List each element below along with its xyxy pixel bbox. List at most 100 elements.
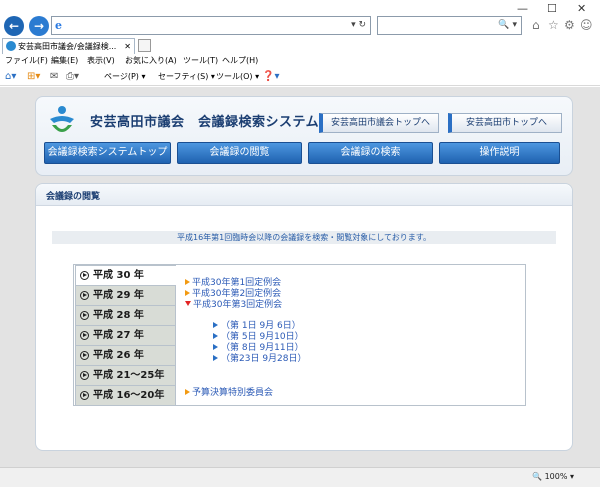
refresh-icon[interactable]: ▾ ↻	[351, 20, 366, 30]
page-body: 安芸高田市議会 会議録検索システム 安芸高田市議会トップへ 安芸高田市トップへ …	[0, 87, 600, 467]
menu-tools[interactable]: ツール(T)	[183, 55, 218, 66]
browser-toolbar: — ☐ ✕ ← → e ▾ ↻ 🔍 ▾ ⌂ ☆ ⚙ ☺	[0, 0, 600, 38]
triangle-right-icon	[213, 333, 218, 339]
city-top-button[interactable]: 安芸高田市トップへ	[448, 113, 562, 133]
session-label: 平成30年第3回定例会	[193, 300, 283, 310]
content-panel: 会議録の閲覧 平成16年第1回臨時会以降の会議録を検索・閲覧対象にしております。…	[35, 183, 573, 451]
triangle-right-icon	[213, 344, 218, 350]
menu-view[interactable]: 表示(V)	[87, 55, 115, 66]
minimize-button[interactable]: —	[517, 2, 528, 15]
session-link-expanded[interactable]: 平成30年第3回定例会	[185, 300, 282, 311]
day-label: （第 5日 9月10日）	[221, 332, 304, 342]
play-circle-icon	[80, 291, 89, 300]
ie-icon: e	[55, 19, 62, 32]
committee-label: 予算決算特別委員会	[192, 388, 274, 398]
session-link[interactable]: 平成30年第1回定例会	[185, 278, 281, 289]
era-label: 平成 26 年	[93, 350, 144, 361]
nav-system-top[interactable]: 会議録検索システムトップ	[44, 142, 171, 164]
address-bar[interactable]: e ▾ ↻	[51, 16, 371, 35]
era-label: 平成 29 年	[93, 290, 144, 301]
zoom-icon: 🔍	[532, 472, 545, 481]
tab-title: 安芸高田市議会/会議録検...	[18, 42, 117, 51]
search-icon[interactable]: 🔍 ▾	[498, 20, 517, 30]
play-circle-icon	[80, 371, 89, 380]
triangle-down-icon	[185, 301, 191, 306]
new-tab-button[interactable]	[138, 39, 151, 52]
play-circle-icon	[80, 351, 89, 360]
day-link[interactable]: （第23日 9月28日）	[213, 354, 307, 365]
triangle-right-icon	[185, 290, 190, 296]
day-label: （第 8日 9月11日）	[221, 343, 304, 353]
content-header: 会議録の閲覧	[36, 184, 572, 206]
page-menu[interactable]: ページ(P) ▾	[104, 71, 145, 82]
triangle-right-icon	[185, 279, 190, 285]
era-label: 平成 30 年	[93, 270, 144, 281]
triangle-right-icon	[213, 322, 218, 328]
era-tab-h21-25[interactable]: 平成 21～25年	[75, 365, 176, 386]
record-browser: 平成 30 年 平成 29 年 平成 28 年 平成 27 年 平成 26 年 …	[73, 264, 526, 406]
nav-browse[interactable]: 会議録の閲覧	[177, 142, 302, 164]
menu-bar: ファイル(F) 編集(E) 表示(V) お気に入り(A) ツール(T) ヘルプ(…	[0, 54, 600, 68]
session-link[interactable]: 平成30年第2回定例会	[185, 289, 281, 300]
triangle-right-icon	[213, 355, 218, 361]
play-circle-icon	[80, 331, 89, 340]
era-label: 平成 28 年	[93, 310, 144, 321]
search-input[interactable]: 🔍 ▾	[377, 16, 522, 35]
era-tab-h29[interactable]: 平成 29 年	[75, 285, 176, 306]
day-label: （第23日 9月28日）	[221, 354, 307, 364]
zoom-level[interactable]: 🔍 100% ▾	[532, 472, 574, 481]
notice-text: 平成16年第1回臨時会以降の会議録を検索・閲覧対象にしております。	[52, 231, 556, 244]
site-header: 安芸高田市議会 会議録検索システム 安芸高田市議会トップへ 安芸高田市トップへ …	[35, 96, 573, 176]
arrow-left-icon: ←	[8, 19, 20, 33]
arrow-right-icon: →	[33, 19, 45, 33]
day-link[interactable]: （第 1日 9月 6日）	[213, 321, 301, 332]
mail-icon[interactable]: ✉	[50, 71, 58, 82]
era-tab-h28[interactable]: 平成 28 年	[75, 305, 176, 326]
era-label: 平成 27 年	[93, 330, 144, 341]
play-circle-icon	[80, 311, 89, 320]
era-label: 平成 16～20年	[93, 390, 165, 401]
close-tab-icon[interactable]: ✕	[124, 39, 131, 54]
forward-button[interactable]: →	[29, 16, 49, 36]
committee-link[interactable]: 予算決算特別委員会	[185, 388, 273, 399]
favorites-icon[interactable]: ☆	[548, 18, 559, 32]
menu-edit[interactable]: 編集(E)	[51, 55, 78, 66]
command-bar: ⌂▾ ⊞▾ ✉ ⎙▾ ページ(P) ▾ セーフティ(S) ▾ ツール(O) ▾ …	[0, 68, 600, 86]
tools-menu[interactable]: ツール(O) ▾	[216, 71, 259, 82]
city-logo-icon	[50, 106, 74, 132]
tab-bar: 安芸高田市議会/会議録検... ✕	[0, 38, 600, 54]
nav-search[interactable]: 会議録の検索	[308, 142, 433, 164]
council-top-button[interactable]: 安芸高田市議会トップへ	[319, 113, 439, 133]
close-button[interactable]: ✕	[577, 2, 586, 15]
day-link[interactable]: （第 5日 9月10日）	[213, 332, 304, 343]
gear-icon[interactable]: ⚙	[564, 18, 575, 32]
favicon-icon	[6, 41, 16, 51]
era-tab-h30[interactable]: 平成 30 年	[75, 265, 176, 286]
triangle-right-icon	[185, 389, 190, 395]
status-bar: 🔍 100% ▾	[0, 467, 600, 487]
day-link[interactable]: （第 8日 9月11日）	[213, 343, 304, 354]
era-tab-h16-20[interactable]: 平成 16～20年	[75, 385, 176, 406]
menu-help[interactable]: ヘルプ(H)	[222, 55, 258, 66]
browser-tab[interactable]: 安芸高田市議会/会議録検... ✕	[2, 38, 135, 54]
nav-help[interactable]: 操作説明	[439, 142, 560, 164]
smiley-icon[interactable]: ☺	[580, 18, 593, 32]
play-circle-icon	[80, 391, 89, 400]
session-label: 平成30年第1回定例会	[192, 278, 282, 288]
home-cmd-icon[interactable]: ⌂▾	[5, 71, 16, 82]
home-icon[interactable]: ⌂	[532, 18, 540, 32]
era-tab-h26[interactable]: 平成 26 年	[75, 345, 176, 366]
feeds-icon[interactable]: ⊞▾	[27, 71, 40, 82]
print-icon[interactable]: ⎙▾	[66, 71, 79, 82]
zoom-value: 100%	[544, 472, 568, 481]
session-label: 平成30年第2回定例会	[192, 289, 282, 299]
help-icon[interactable]: ❓▾	[262, 71, 279, 82]
menu-file[interactable]: ファイル(F)	[5, 55, 48, 66]
day-label: （第 1日 9月 6日）	[221, 321, 301, 331]
era-tab-h27[interactable]: 平成 27 年	[75, 325, 176, 346]
maximize-button[interactable]: ☐	[547, 2, 557, 15]
back-button[interactable]: ←	[4, 16, 24, 36]
safety-menu[interactable]: セーフティ(S) ▾	[158, 71, 215, 82]
menu-favorites[interactable]: お気に入り(A)	[125, 55, 177, 66]
page-title: 会議録の閲覧	[46, 192, 101, 202]
